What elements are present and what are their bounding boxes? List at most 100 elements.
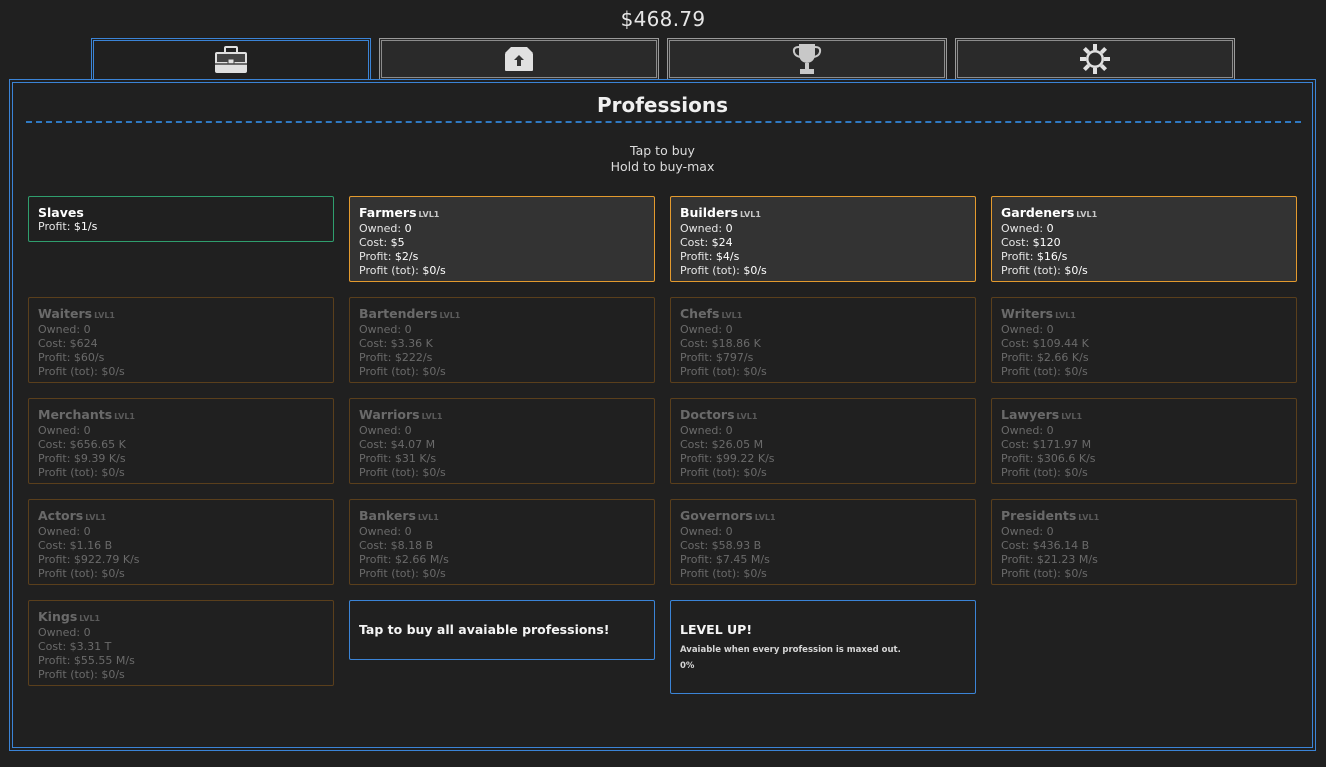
profession-name: Lawyers LVL1: [1001, 407, 1083, 422]
profession-name: Chefs LVL1: [680, 306, 743, 321]
profession-profit: Profit: $31 K/s: [359, 452, 437, 465]
profession-level: LVL1: [1076, 210, 1098, 219]
profession-card-warriors[interactable]: Warriors LVL1 Owned: 0 Cost: $4.07 M Profit:…: [349, 398, 655, 484]
profession-profit-total: Profit (tot): $0/s: [680, 567, 767, 580]
profession-profit-total: Profit (tot): $0/s: [359, 466, 446, 479]
profession-level: LVL1: [418, 210, 440, 219]
profession-card-actors[interactable]: Actors LVL1 Owned: 0 Cost: $1.16 B Profit: $…: [28, 499, 334, 585]
level-up-title: LEVEL UP!: [680, 622, 753, 637]
profession-card-slaves[interactable]: Slaves Profit: $1/s: [28, 196, 334, 242]
profession-profit-total: Profit (tot): $0/s: [1001, 264, 1088, 277]
tab-bar: [91, 38, 1235, 81]
profession-name: Kings LVL1: [38, 609, 101, 624]
profession-profit-total: Profit (tot): $0/s: [38, 365, 125, 378]
profession-profit-total: Profit (tot): $0/s: [680, 365, 767, 378]
profession-card-farmers[interactable]: Farmers LVL1 Owned: 0 Cost: $5 Profit: $2/s P…: [349, 196, 655, 282]
profession-card-writers[interactable]: Writers LVL1 Owned: 0 Cost: $109.44 K Profit…: [991, 297, 1297, 383]
profession-card-builders[interactable]: Builders LVL1 Owned: 0 Cost: $24 Profit: $4/…: [670, 196, 976, 282]
profession-owned: Owned: 0: [38, 323, 91, 336]
profession-profit: Profit: $2/s: [359, 250, 419, 263]
profession-profit: Profit: $16/s: [1001, 250, 1068, 263]
profession-cost: Cost: $624: [38, 337, 98, 350]
profession-profit: Profit: $9.39 K/s: [38, 452, 126, 465]
profession-cost: Cost: $171.97 M: [1001, 438, 1092, 451]
upgrade-box-icon: [505, 47, 533, 71]
profession-cost: Cost: $436.14 B: [1001, 539, 1090, 552]
profession-card-kings[interactable]: Kings LVL1 Owned: 0 Cost: $3.31 T Profit: $5…: [28, 600, 334, 686]
profession-owned: Owned: 0: [38, 525, 91, 538]
profession-name: Merchants LVL1: [38, 407, 135, 422]
profession-cost: Cost: $4.07 M: [359, 438, 436, 451]
tab-upgrades[interactable]: [379, 38, 659, 79]
profession-level: LVL1: [85, 513, 107, 522]
profession-cost: Cost: $18.86 K: [680, 337, 761, 350]
profession-card-waiters[interactable]: Waiters LVL1 Owned: 0 Cost: $624 Profit: $60…: [28, 297, 334, 383]
profession-card-presidents[interactable]: Presidents LVL1 Owned: 0 Cost: $436.14 B Pro…: [991, 499, 1297, 585]
profession-name: Doctors LVL1: [680, 407, 758, 422]
profession-card-lawyers[interactable]: Lawyers LVL1 Owned: 0 Cost: $171.97 M Profit…: [991, 398, 1297, 484]
settings-gear-icon: [1080, 44, 1110, 74]
money-display: $468.79: [620, 7, 706, 31]
profession-level: LVL1: [417, 513, 439, 522]
tab-achievements[interactable]: [667, 38, 947, 79]
profession-owned: Owned: 0: [359, 525, 412, 538]
profession-cost: Cost: $656.65 K: [38, 438, 126, 451]
profession-owned: Owned: 0: [1001, 323, 1054, 336]
profession-profit: Profit: $2.66 K/s: [1001, 351, 1089, 364]
profession-profit-total: Profit (tot): $0/s: [359, 264, 446, 277]
profession-owned: Owned: 0: [38, 626, 91, 639]
profession-level: LVL1: [721, 311, 743, 320]
tab-professions[interactable]: [91, 38, 371, 81]
panel-title: Professions: [596, 93, 729, 117]
profession-name: Slaves: [38, 205, 84, 220]
profession-profit: Profit: $60/s: [38, 351, 105, 364]
profession-name: Builders LVL1: [680, 205, 761, 220]
profession-owned: Owned: 0: [1001, 424, 1054, 437]
profession-profit-total: Profit (tot): $0/s: [38, 567, 125, 580]
tab-settings[interactable]: [955, 38, 1235, 79]
profession-card-chefs[interactable]: Chefs LVL1 Owned: 0 Cost: $18.86 K Profit: $…: [670, 297, 976, 383]
profession-profit: Profit: $222/s: [359, 351, 433, 364]
hint-tap: Tap to buy: [630, 143, 695, 158]
profession-name: Warriors LVL1: [359, 407, 443, 422]
profession-card-bartenders[interactable]: Bartenders LVL1 Owned: 0 Cost: $3.36 K Profi…: [349, 297, 655, 383]
hint-hold: Hold to buy-max: [610, 159, 715, 174]
level-up-description: Avaiable when every profession is maxed …: [680, 645, 901, 655]
profession-profit: Profit: $306.6 K/s: [1001, 452, 1096, 465]
profession-level: LVL1: [736, 412, 758, 421]
profession-profit-total: Profit (tot): $0/s: [1001, 466, 1088, 479]
profession-owned: Owned: 0: [359, 424, 412, 437]
profession-cost: Cost: $26.05 M: [680, 438, 764, 451]
profession-name: Waiters LVL1: [38, 306, 115, 321]
buy-all-button[interactable]: Tap to buy all avaiable professions!: [349, 600, 655, 660]
profession-card-doctors[interactable]: Doctors LVL1 Owned: 0 Cost: $26.05 M Profit:…: [670, 398, 976, 484]
profession-level: LVL1: [1055, 311, 1076, 320]
profession-card-merchants[interactable]: Merchants LVL1 Owned: 0 Cost: $656.65 K Prof…: [28, 398, 334, 484]
profession-profit: Profit: $1/s: [38, 220, 98, 233]
profession-owned: Owned: 0: [359, 323, 412, 336]
profession-owned: Owned: 0: [359, 222, 412, 235]
level-up-button[interactable]: LEVEL UP! Avaiable when every profession…: [670, 600, 976, 694]
profession-profit: Profit: $55.55 M/s: [38, 654, 135, 667]
profession-name: Writers LVL1: [1001, 306, 1076, 321]
profession-profit-total: Profit (tot): $0/s: [38, 466, 125, 479]
profession-owned: Owned: 0: [38, 424, 91, 437]
profession-level: LVL1: [439, 311, 461, 320]
profession-name: Governors LVL1: [680, 508, 776, 523]
profession-level: LVL1: [114, 412, 135, 421]
profession-profit-total: Profit (tot): $0/s: [1001, 567, 1088, 580]
profession-owned: Owned: 0: [680, 323, 733, 336]
profession-profit-total: Profit (tot): $0/s: [680, 264, 767, 277]
profession-name: Bartenders LVL1: [359, 306, 461, 321]
profession-level: LVL1: [754, 513, 776, 522]
profession-cost: Cost: $1.16 B: [38, 539, 113, 552]
profession-profit: Profit: $922.79 K/s: [38, 553, 140, 566]
professions-panel: Professions Tap to buy Hold to buy-max S…: [9, 79, 1316, 751]
profession-level: LVL1: [94, 311, 115, 320]
profession-card-governors[interactable]: Governors LVL1 Owned: 0 Cost: $58.93 B Profi…: [670, 499, 976, 585]
profession-profit-total: Profit (tot): $0/s: [359, 365, 446, 378]
profession-card-gardeners[interactable]: Gardeners LVL1 Owned: 0 Cost: $120 Profit: $…: [991, 196, 1297, 282]
profession-cost: Cost: $58.93 B: [680, 539, 762, 552]
briefcase-icon: [215, 46, 247, 73]
profession-card-bankers[interactable]: Bankers LVL1 Owned: 0 Cost: $8.18 B Profit: …: [349, 499, 655, 585]
